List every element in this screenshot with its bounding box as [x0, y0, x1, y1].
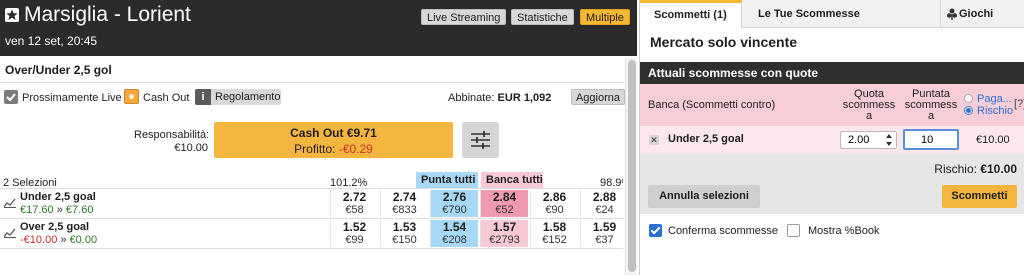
odds-column-header: Quota scommess a	[842, 88, 896, 122]
lay-odds-cell[interactable]: 1.58 €152	[530, 220, 578, 247]
cash-out-amount: Cash Out €9.71	[290, 126, 377, 140]
lay-section-label: Banca (Scommetti contro)	[648, 99, 776, 111]
event-title: Marsiglia - Lorient	[24, 3, 191, 26]
back-all-button[interactable]: Punta tutti	[416, 172, 478, 188]
lay-bets-header: Banca (Scommetti contro) Quota scommess a …	[640, 84, 1024, 126]
sliders-icon	[471, 131, 490, 149]
event-date: ven 12 set, 20:45	[5, 34, 98, 48]
current-bets-header: Attuali scommesse con quote	[640, 62, 1024, 84]
cancel-selections-button[interactable]: Annulla selezioni	[648, 185, 760, 208]
bet-row: ✕ Under 2,5 goal €10.00	[640, 126, 1024, 154]
tab-games[interactable]: Giochi	[940, 0, 1024, 28]
runner-name: Over 2,5 goal	[20, 221, 90, 233]
divider	[0, 82, 623, 83]
odds-stepper-icon[interactable]	[885, 133, 893, 147]
best-lay-odds-cell[interactable]: 1.57 €2793	[480, 220, 528, 247]
cash-out-label: Cash Out	[143, 92, 190, 104]
show-book-label: Mostra %Book	[808, 225, 880, 237]
refresh-button[interactable]: Aggiorna	[571, 89, 625, 105]
back-odds-cell[interactable]: 1.52 €99	[330, 220, 378, 247]
betslip-footer: Rischio: €10.00 Annulla selezioni Scomme…	[640, 154, 1024, 214]
chart-icon[interactable]	[4, 228, 16, 238]
tab-betslip[interactable]: Scommetti (1)	[640, 0, 742, 28]
market-title: Over/Under 2,5 gol	[5, 63, 112, 77]
cash-out-settings-button[interactable]	[462, 122, 499, 158]
rules-button[interactable]: i Regolamento	[195, 89, 281, 105]
runner-name: Under 2,5 goal	[20, 191, 96, 203]
scrollbar-thumb[interactable]	[628, 60, 636, 272]
bet-liability: €10.00	[976, 134, 1010, 146]
back-odds-cell[interactable]: 2.72 €58	[330, 190, 378, 217]
liability-label: Responsabilità:	[134, 129, 210, 141]
divider	[0, 248, 623, 249]
profit-value: -€0.29	[338, 142, 373, 156]
remove-bet-icon[interactable]: ✕	[649, 135, 659, 145]
show-book-checkbox[interactable]	[787, 224, 800, 237]
cash-out-icon	[124, 89, 139, 104]
place-bets-button[interactable]: Scommetti	[942, 185, 1017, 208]
favourite-star-icon[interactable]	[5, 8, 19, 22]
runner-profit-loss: -€10.00 » €0.00	[20, 234, 98, 246]
lay-odds-cell[interactable]: 2.88 €24	[580, 190, 628, 217]
event-header: Marsiglia - Lorient ven 12 set, 20:45 Li…	[0, 0, 637, 56]
games-icon	[947, 8, 957, 20]
betslip-panel: Scommetti (1) Le Tue Scommesse Giochi Me…	[639, 0, 1024, 275]
lay-odds-cell[interactable]: 1.59 €37	[580, 220, 628, 247]
radio-icon	[964, 94, 973, 103]
profit-label: Profitto:	[294, 142, 339, 156]
betslip-tabs: Scommetti (1) Le Tue Scommesse Giochi	[640, 0, 1024, 28]
help-link[interactable]: [?]	[1014, 98, 1024, 110]
back-odds-cell[interactable]: 1.53 €150	[380, 220, 428, 247]
lay-odds-cell[interactable]: 2.86 €90	[530, 190, 578, 217]
statistics-button[interactable]: Statistiche	[511, 9, 574, 25]
scrollbar[interactable]	[625, 58, 637, 275]
rules-label: Regolamento	[215, 91, 281, 103]
radio-selected-icon	[964, 106, 973, 115]
confirm-bets-checkbox[interactable]	[649, 224, 662, 237]
runner-row: Under 2,5 goal €17.60 » €7.60 2.72 €58 2.…	[0, 188, 628, 218]
tab-games-label: Giochi	[959, 8, 994, 20]
matched-amount: Abbinate: EUR 1,092	[448, 92, 551, 104]
chart-icon[interactable]	[4, 198, 16, 208]
best-back-odds-cell[interactable]: 1.54 €208	[430, 220, 478, 247]
liability-summary: Responsabilità: €10.00	[134, 129, 210, 155]
confirm-bets-label: Conferma scommesse	[668, 225, 779, 237]
bet-selection-name: Under 2,5 goal	[668, 133, 744, 145]
liability-value: €10.00	[174, 142, 208, 154]
total-risk: Rischio: €10.00	[934, 162, 1017, 176]
runner-profit-loss: €17.60 » €7.60	[20, 204, 94, 216]
multiples-button[interactable]: Multiple	[580, 9, 630, 25]
runner-row: Over 2,5 goal -€10.00 » €0.00 1.52 €99 1.…	[0, 218, 628, 248]
matched-label: Abbinate:	[448, 92, 495, 104]
risk-label: Rischio:	[934, 162, 981, 176]
tab-my-bets[interactable]: Le Tue Scommesse	[744, 0, 874, 28]
best-back-odds-cell[interactable]: 2.76 €790	[430, 190, 478, 217]
market-panel: Marsiglia - Lorient ven 12 set, 20:45 Li…	[0, 0, 637, 275]
stake-input[interactable]	[903, 129, 959, 150]
cash-out-button[interactable]: Cash Out €9.71 Profitto: -€0.29	[214, 122, 453, 158]
best-lay-odds-cell-selected[interactable]: 2.84 €52	[480, 190, 528, 217]
info-icon: i	[195, 89, 211, 105]
stake-column-header: Puntata scommess a	[904, 88, 958, 122]
lay-all-button[interactable]: Banca tutti	[481, 172, 543, 188]
going-live-label: Prossimamente Live	[22, 92, 122, 104]
cash-out-profit: Profitto: -€0.29	[214, 142, 453, 156]
live-streaming-button[interactable]: Live Streaming	[421, 9, 507, 25]
matched-value: EUR 1,092	[497, 92, 552, 104]
betslip-market-name: Mercato solo vincente	[650, 34, 798, 50]
back-odds-cell[interactable]: 2.74 €833	[380, 190, 428, 217]
risk-value: €10.00	[980, 162, 1017, 176]
going-live-icon	[4, 90, 18, 104]
